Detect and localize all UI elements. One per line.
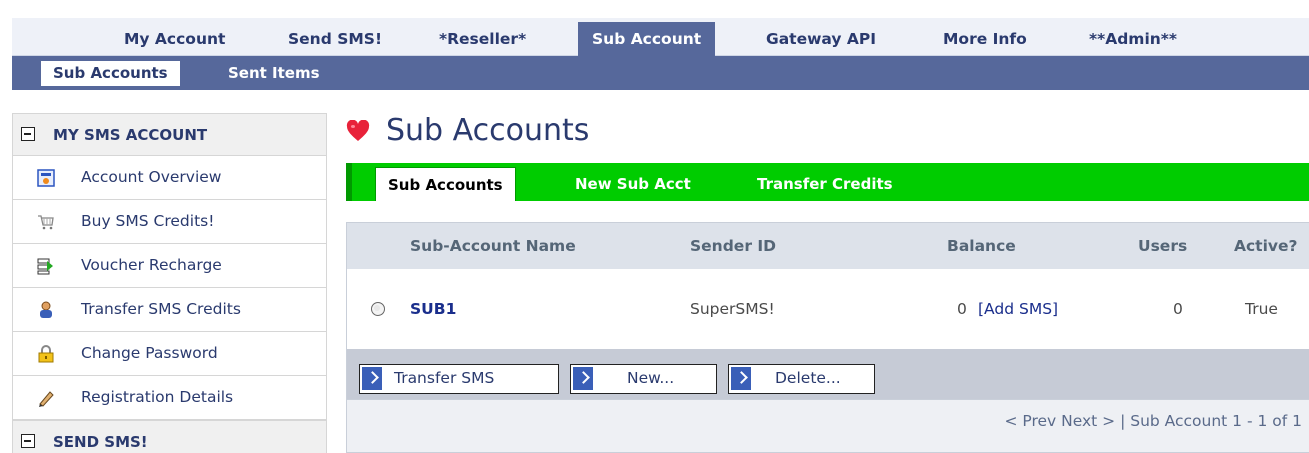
voucher-icon [37,258,53,275]
arrow-right-icon [362,367,382,390]
sidebar-item-change-password[interactable]: Change Password [13,332,326,376]
sub-account-name-link[interactable]: SUB1 [410,269,456,349]
delete-button[interactable]: Delete... [728,364,875,394]
top-nav-admin[interactable]: **Admin** [1089,22,1177,56]
add-sms-link[interactable]: [Add SMS] [978,269,1058,349]
pager: < Prev Next > | Sub Account 1 - 1 of 1 [347,399,1309,452]
sidebar: MY SMS ACCOUNT Account Overview Buy SMS … [12,113,327,453]
top-nav-my-account[interactable]: My Account [124,22,225,56]
sidebar-item-voucher-recharge[interactable]: Voucher Recharge [13,244,326,288]
top-nav: My Account Send SMS! *Reseller* Sub Acco… [12,18,1309,56]
button-bar: Transfer SMS New... Delete... [347,349,1309,399]
heart-icon [346,120,370,141]
tab-bar: Sub Accounts New Sub Acct Transfer Credi… [346,163,1309,201]
column-header-name[interactable]: Sub-Account Name [410,223,576,269]
collapse-icon[interactable] [21,127,35,141]
table-row: SUB1 SuperSMS! 0 [Add SMS] 0 True [347,269,1309,349]
sub-nav-sent-items[interactable]: Sent Items [228,61,320,86]
column-header-balance[interactable]: Balance [947,223,1016,269]
tab-sub-accounts[interactable]: Sub Accounts [375,167,516,201]
sidebar-item-account-overview[interactable]: Account Overview [13,156,326,200]
lock-icon [38,345,54,363]
arrow-right-icon [573,367,593,390]
report-icon [37,169,55,187]
collapse-icon[interactable] [21,434,35,448]
table-header: Sub-Account Name Sender ID Balance Users… [347,223,1309,269]
sender-id-cell: SuperSMS! [690,300,775,318]
column-header-sender-id[interactable]: Sender ID [690,223,776,269]
tab-new-sub-acct[interactable]: New Sub Acct [575,167,691,201]
sidebar-item-buy-sms-credits[interactable]: Buy SMS Credits! [13,200,326,244]
sidebar-section-send-sms[interactable]: SEND SMS! [13,420,326,453]
arrow-right-icon [731,367,751,390]
sub-nav-sub-accounts[interactable]: Sub Accounts [41,61,180,86]
pencil-icon [39,391,54,407]
active-cell: True [1245,300,1278,318]
user-icon [40,301,52,318]
transfer-sms-button[interactable]: Transfer SMS [359,364,559,394]
balance-value: 0 [957,300,967,318]
new-button[interactable]: New... [570,364,717,394]
top-nav-gateway-api[interactable]: Gateway API [766,22,876,56]
sub-nav: Sub Accounts Sent Items [12,56,1309,90]
top-nav-sub-account[interactable]: Sub Account [578,22,716,56]
pager-text[interactable]: < Prev Next > | Sub Account 1 - 1 of 1 [1004,412,1302,430]
top-nav-more-info[interactable]: More Info [943,22,1027,56]
tab-transfer-credits[interactable]: Transfer Credits [757,167,893,201]
top-nav-reseller[interactable]: *Reseller* [439,22,526,56]
cart-icon [38,215,54,230]
sub-accounts-table: Sub-Account Name Sender ID Balance Users… [346,222,1309,453]
column-header-active[interactable]: Active? [1234,223,1298,269]
sidebar-item-transfer-sms-credits[interactable]: Transfer SMS Credits [13,288,326,332]
row-select-radio[interactable] [371,302,385,316]
column-header-users[interactable]: Users [1138,223,1187,269]
sidebar-section-my-sms-account[interactable]: MY SMS ACCOUNT [13,113,326,156]
sidebar-item-registration-details[interactable]: Registration Details [13,376,326,420]
top-nav-send-sms[interactable]: Send SMS! [288,22,382,56]
users-cell: 0 [1173,300,1183,318]
